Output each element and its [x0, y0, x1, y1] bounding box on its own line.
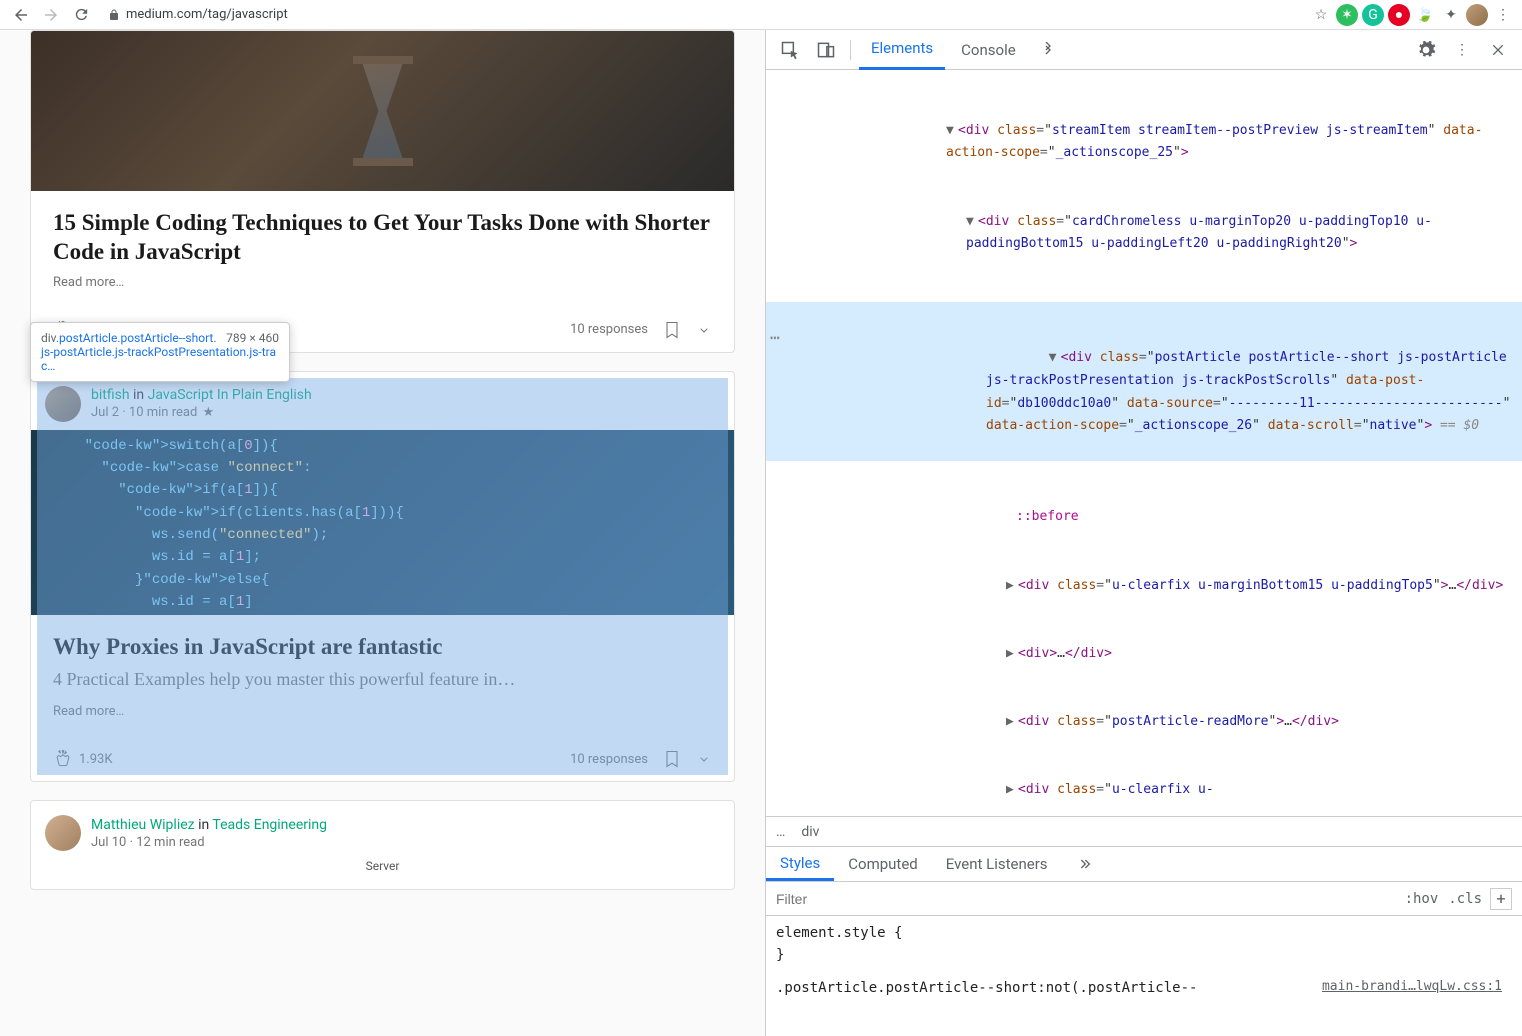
diagram-server-label: Server	[31, 859, 734, 889]
dom-tree[interactable]: ▼<div class="streamItem streamItem--post…	[766, 70, 1522, 816]
read-more-link[interactable]: Read more…	[53, 275, 712, 290]
read-time: 12 min read	[136, 835, 204, 850]
styles-pane[interactable]: element.style { } main-brandi…lwqLw.css:…	[766, 916, 1522, 1036]
page-viewport[interactable]: 15 Simple Coding Techniques to Get Your …	[0, 30, 765, 1036]
hov-toggle[interactable]: :hov	[1405, 891, 1439, 907]
bookmark-icon[interactable]	[662, 320, 682, 340]
responses-count[interactable]: 10 responses	[570, 322, 648, 337]
settings-gear-icon[interactable]	[1410, 34, 1442, 66]
devtools-toolbar: Elements Console ⋮	[766, 30, 1522, 70]
members-star-icon: ★	[203, 405, 215, 420]
grammarly-icon[interactable]: G	[1362, 4, 1384, 26]
article-subtitle: 4 Practical Examples help you master thi…	[53, 669, 712, 690]
clap-count: 1.93K	[79, 752, 113, 767]
inspect-element-button[interactable]	[774, 34, 806, 66]
tab-console[interactable]: Console	[949, 30, 1028, 70]
styles-filter-bar: :hov .cls +	[766, 882, 1522, 916]
tooltip-dimensions: 789 × 460	[226, 331, 279, 345]
bookmark-icon[interactable]	[662, 749, 682, 769]
article-title[interactable]: Why Proxies in JavaScript are fantastic	[53, 633, 712, 662]
tab-event-listeners[interactable]: Event Listeners	[932, 847, 1062, 881]
article-image-hourglass	[31, 31, 734, 191]
profile-avatar[interactable]	[1466, 4, 1488, 26]
tab-computed[interactable]: Computed	[834, 847, 932, 881]
article-card[interactable]: Matthieu Wipliez in Teads Engineering Ju…	[30, 800, 735, 890]
publication-link[interactable]: Teads Engineering	[212, 817, 327, 833]
bookmark-star-icon[interactable]: ☆	[1310, 4, 1332, 26]
article-date: Jul 2	[91, 405, 119, 420]
article-title[interactable]: 15 Simple Coding Techniques to Get Your …	[53, 209, 712, 267]
reload-button[interactable]	[68, 2, 94, 28]
article-card[interactable]: 15 Simple Coding Techniques to Get Your …	[30, 30, 735, 353]
selected-dom-node[interactable]: ⋯ ▼<div class="postArticle postArticle--…	[766, 302, 1522, 461]
element-dimension-tooltip: 789 × 460 div.postArticle.postArticle--s…	[30, 322, 290, 382]
close-devtools-button[interactable]	[1482, 34, 1514, 66]
extensions-icon[interactable]: ✦	[1440, 4, 1462, 26]
read-time: 10 min read	[129, 405, 197, 420]
chevron-down-icon[interactable]	[696, 322, 712, 338]
dom-breadcrumb[interactable]: … div	[766, 816, 1522, 846]
tab-styles[interactable]: Styles	[766, 847, 834, 881]
clap-button[interactable]: 1.93K	[53, 749, 113, 769]
read-more-link[interactable]: Read more…	[53, 704, 712, 719]
css-source-link[interactable]: main-brandi…lwqLw.css:1	[1322, 977, 1502, 998]
forward-button[interactable]	[38, 2, 64, 28]
publication-link[interactable]: JavaScript In Plain English	[148, 387, 312, 403]
filter-input[interactable]	[776, 891, 1395, 907]
tab-elements[interactable]: Elements	[859, 30, 945, 70]
breadcrumb-ellipsis[interactable]: …	[776, 824, 785, 840]
cls-toggle[interactable]: .cls	[1448, 891, 1482, 907]
browser-menu-icon[interactable]: ⋮	[1492, 4, 1514, 26]
device-toolbar-button[interactable]	[810, 34, 842, 66]
devtools-menu-icon[interactable]: ⋮	[1446, 34, 1478, 66]
url-bar[interactable]: medium.com/tag/javascript	[98, 3, 1306, 27]
ellipsis-badge: ⋯	[770, 324, 780, 352]
author-link[interactable]: Matthieu Wipliez	[91, 817, 195, 833]
browser-toolbar: medium.com/tag/javascript ☆ ✶ G ● 🍃 ✦ ⋮	[0, 0, 1522, 30]
article-card-highlighted[interactable]: bitfish in JavaScript In Plain English J…	[30, 371, 735, 783]
author-avatar[interactable]	[45, 815, 81, 851]
lock-icon	[108, 9, 120, 21]
article-date: Jul 10	[91, 835, 126, 850]
styles-tabbar: Styles Computed Event Listeners	[766, 846, 1522, 882]
url-text: medium.com/tag/javascript	[126, 7, 288, 22]
chevron-down-icon[interactable]	[696, 751, 712, 767]
devtools-panel: Elements Console ⋮ ▼<div class="streamIt…	[765, 30, 1522, 1036]
new-style-rule-button[interactable]: +	[1490, 888, 1512, 910]
responses-count[interactable]: 10 responses	[570, 752, 648, 767]
clap-icon	[53, 749, 73, 769]
pinterest-icon[interactable]: ●	[1388, 4, 1410, 26]
article-image-code: "code-kw">switch(a[0]){ "code-kw">case "…	[31, 430, 734, 615]
more-styles-tabs-button[interactable]	[1062, 847, 1106, 881]
evernote-icon[interactable]: ✶	[1336, 4, 1358, 26]
back-button[interactable]	[8, 2, 34, 28]
leaf-icon[interactable]: 🍃	[1414, 4, 1436, 26]
extension-icons: ☆ ✶ G ● 🍃 ✦ ⋮	[1310, 4, 1514, 26]
more-tabs-button[interactable]	[1032, 34, 1064, 66]
author-avatar[interactable]	[45, 386, 81, 422]
author-link[interactable]: bitfish	[91, 387, 130, 403]
breadcrumb-current[interactable]: div	[801, 824, 819, 840]
css-rule-selector: .postArticle.postArticle--short:not(.pos…	[776, 980, 1197, 996]
